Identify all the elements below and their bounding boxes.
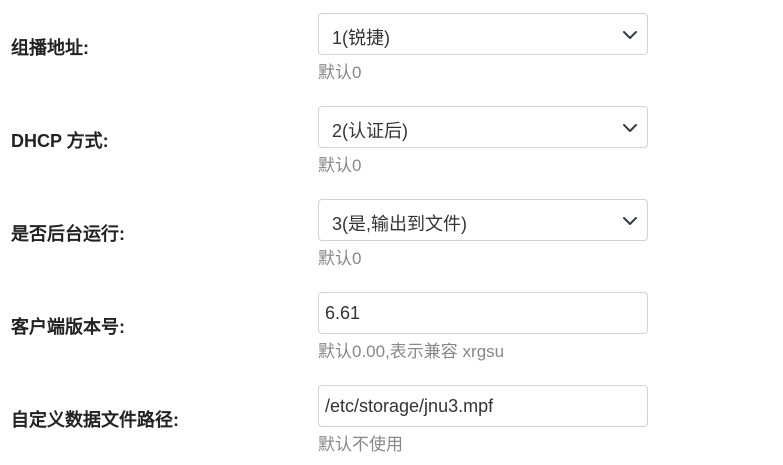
multicast-address-value: 1(锐捷) [332,28,390,48]
chevron-down-icon [623,31,637,39]
background-run-select[interactable]: 3(是,输出到文件) [318,199,648,241]
client-version-input[interactable]: 6.61 [318,292,648,334]
custom-data-path-hint: 默认不使用 [318,435,403,454]
chevron-down-icon [623,217,637,225]
custom-data-path-input[interactable]: /etc/storage/jnu3.mpf [318,385,648,427]
chevron-down-icon [623,124,637,132]
custom-data-path-label: 自定义数据文件路径: [11,410,179,430]
custom-data-path-value: /etc/storage/jnu3.mpf [325,396,494,416]
form-row-multicast-address: 组播地址: 1(锐捷) 默认0 [0,0,783,93]
background-run-hint: 默认0 [318,249,362,268]
dhcp-mode-label: DHCP 方式: [11,131,109,151]
background-run-label: 是否后台运行: [11,224,125,244]
client-version-value: 6.61 [325,303,361,323]
multicast-address-hint: 默认0 [318,63,362,82]
form-row-client-version: 客户端版本号: 6.61 默认0.00,表示兼容 xrgsu [0,279,783,372]
client-version-label: 客户端版本号: [11,317,125,337]
client-version-hint: 默认0.00,表示兼容 xrgsu [318,342,505,361]
multicast-address-select[interactable]: 1(锐捷) [318,13,648,55]
dhcp-mode-select[interactable]: 2(认证后) [318,106,648,148]
multicast-address-label: 组播地址: [11,38,89,58]
form-row-dhcp-mode: DHCP 方式: 2(认证后) 默认0 [0,93,783,186]
form-row-custom-data-path: 自定义数据文件路径: /etc/storage/jnu3.mpf 默认不使用 [0,372,783,465]
dhcp-mode-hint: 默认0 [318,156,362,175]
dhcp-mode-value: 2(认证后) [332,121,408,141]
background-run-value: 3(是,输出到文件) [332,214,467,234]
form-row-background-run: 是否后台运行: 3(是,输出到文件) 默认0 [0,186,783,279]
